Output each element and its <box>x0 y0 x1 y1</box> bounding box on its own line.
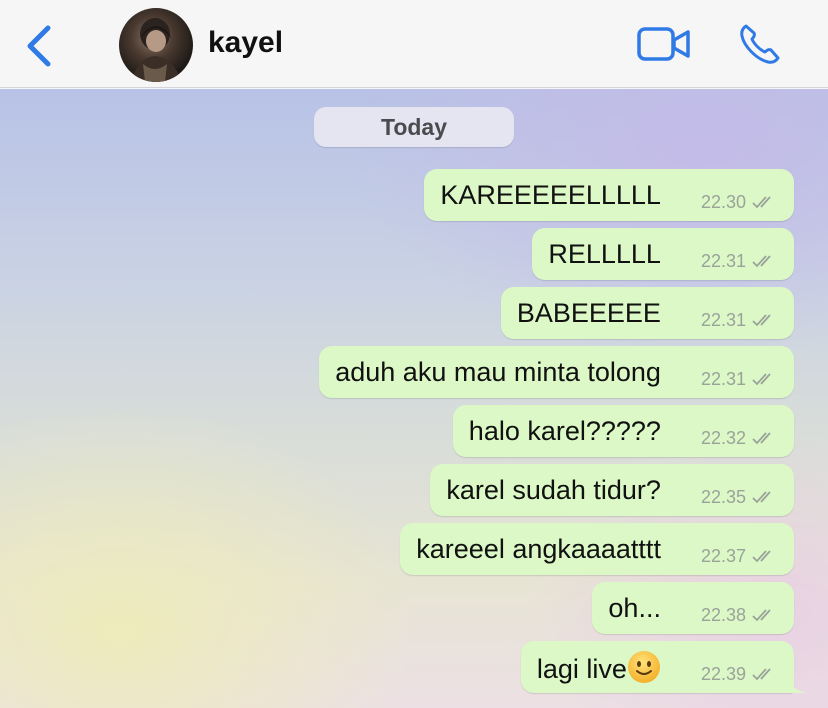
message-time: 22.31 <box>700 250 746 271</box>
contact-name[interactable]: kayel <box>208 26 283 60</box>
message-text: kareeel angkaaaatttt <box>416 533 661 564</box>
message-time: 22.32 <box>700 427 746 448</box>
double-check-icon <box>752 432 771 445</box>
message-time: 22.30 <box>700 191 746 212</box>
message-bubble[interactable]: lagi live 22.39 <box>520 641 806 693</box>
message-bubble[interactable]: kareeel angkaaaatttt 22.37 <box>400 523 794 575</box>
message-bubble[interactable]: RELLLLL 22.31 <box>532 228 794 280</box>
double-check-icon <box>752 491 771 504</box>
message-bubble[interactable]: oh... 22.38 <box>592 582 794 634</box>
message-text: KAREEEEELLLLL <box>440 179 661 210</box>
message-meta: 22.30 <box>701 192 778 213</box>
voice-call-button[interactable] <box>738 22 782 66</box>
video-call-button[interactable] <box>637 24 691 64</box>
message-bubble[interactable]: KAREEEEELLLLL 22.30 <box>424 169 794 221</box>
message-bubble[interactable]: karel sudah tidur? 22.35 <box>430 464 794 516</box>
message-meta: 22.35 <box>701 487 778 508</box>
double-check-icon <box>752 196 771 209</box>
message-bubble[interactable]: halo karel????? 22.32 <box>452 405 794 457</box>
avatar[interactable] <box>119 8 193 82</box>
double-check-icon <box>752 550 771 563</box>
message-time: 22.31 <box>700 368 746 389</box>
message-meta: 22.31 <box>701 251 778 272</box>
message-text: BABEEEEE <box>516 297 661 328</box>
message-meta: 22.37 <box>701 546 778 567</box>
message-meta: 22.38 <box>701 605 778 626</box>
date-separator: Today <box>314 107 514 147</box>
phone-icon <box>740 24 780 64</box>
message-meta: 22.31 <box>701 310 778 331</box>
message-text-content: lagi live <box>536 653 627 684</box>
message-text: lagi live <box>537 650 661 685</box>
message-meta: 22.39 <box>701 664 778 685</box>
message-text: RELLLLL <box>548 238 661 269</box>
chevron-left-icon <box>27 25 51 67</box>
message-time: 22.35 <box>700 486 746 507</box>
double-check-icon <box>752 609 771 622</box>
message-text: halo karel????? <box>468 415 661 446</box>
chat-area[interactable]: Today KAREEEEELLLLL 22.30 RELLLLL 22.31 … <box>0 89 828 708</box>
video-camera-icon <box>637 27 690 61</box>
message-time: 22.38 <box>700 604 746 625</box>
bubble-tail <box>784 675 806 693</box>
message-time: 22.39 <box>700 663 746 684</box>
message-text: aduh aku mau minta tolong <box>335 356 661 387</box>
message-time: 22.31 <box>700 309 746 330</box>
chat-header: kayel <box>0 0 828 88</box>
slightly-smiling-face-icon <box>627 650 660 683</box>
message-bubble[interactable]: aduh aku mau minta tolong 22.31 <box>319 346 794 398</box>
message-text: karel sudah tidur? <box>446 474 661 505</box>
message-text: oh... <box>608 592 661 623</box>
avatar-photo <box>131 18 181 82</box>
double-check-icon <box>752 668 771 681</box>
back-button[interactable] <box>22 22 58 70</box>
message-bubble[interactable]: BABEEEEE 22.31 <box>500 287 794 339</box>
message-meta: 22.32 <box>701 428 778 449</box>
double-check-icon <box>752 314 771 327</box>
message-time: 22.37 <box>700 545 746 566</box>
double-check-icon <box>752 373 771 386</box>
message-meta: 22.31 <box>701 369 778 390</box>
double-check-icon <box>752 255 771 268</box>
